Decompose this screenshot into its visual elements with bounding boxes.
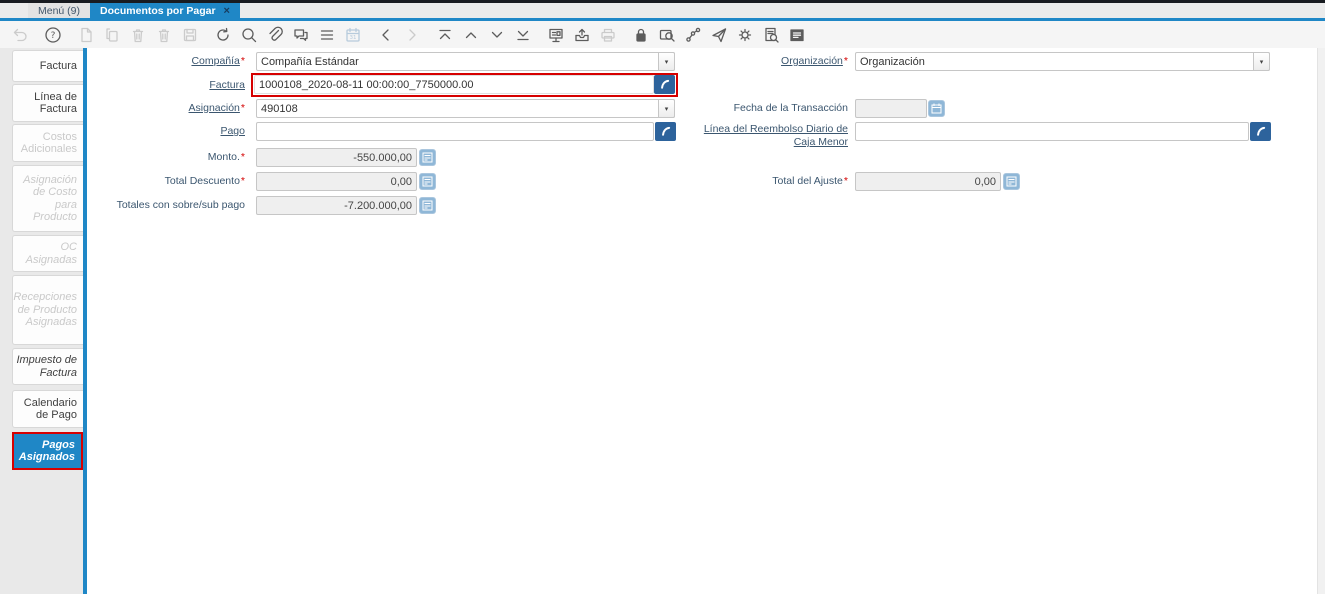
sidebar-tab-linea-de-factura[interactable]: Línea de Factura: [12, 84, 83, 122]
next-record-icon[interactable]: [485, 23, 509, 47]
lock-icon[interactable]: [629, 23, 653, 47]
sidebar-tab-impuesto-de-factura[interactable]: Impuesto de Factura: [12, 348, 83, 385]
total-ajuste-input: 0,00: [855, 172, 1001, 191]
sidebar-tab-costos-adicionales: Costos Adicionales: [12, 124, 83, 162]
last-record-icon[interactable]: [511, 23, 535, 47]
sidebar-tab-asignacion-de-costo-para-producto: Asignación de Costo para Producto: [12, 165, 83, 232]
new-record-icon: [74, 23, 98, 47]
tab-menu[interactable]: Menú (9): [28, 3, 91, 18]
tab-menu-label: Menú (9): [38, 4, 81, 17]
sidebar-tab-label: Asignación de Costo para Producto: [23, 173, 77, 224]
window-tabbar: Menú (9) Documentos por Pagar ×: [0, 3, 1325, 18]
factura-label[interactable]: Factura: [90, 76, 245, 95]
calculator-icon[interactable]: [419, 149, 436, 166]
close-icon[interactable]: ×: [224, 5, 230, 16]
sidebar-tab-calendario-de-pago[interactable]: Calendario de Pago: [12, 390, 83, 428]
first-record-icon[interactable]: [433, 23, 457, 47]
print-icon: [596, 23, 620, 47]
totales-sobre-sub-pago-label: Totales con sobre/sub pago: [116, 199, 245, 211]
monto-input: -550.000,00: [256, 148, 417, 167]
archive-icon[interactable]: [570, 23, 594, 47]
export-icon[interactable]: [759, 23, 783, 47]
tab-documentos-por-pagar[interactable]: Documentos por Pagar ×: [90, 3, 240, 18]
organizacion-label[interactable]: Organización*: [700, 52, 848, 71]
grid-toggle-icon[interactable]: [315, 23, 339, 47]
vertical-scrollbar[interactable]: [1317, 48, 1325, 594]
sidebar-tab-recepciones-de-producto-asignadas: Recepciones de Producto Asignadas: [12, 275, 83, 345]
delete-record-icon: [126, 23, 150, 47]
pago-input[interactable]: [256, 122, 654, 141]
calculator-icon[interactable]: [1003, 173, 1020, 190]
help-icon[interactable]: ?: [41, 23, 65, 47]
find-icon[interactable]: [237, 23, 261, 47]
sidebar-tab-label: OC Asignadas: [25, 241, 77, 266]
factura-input[interactable]: 1000108_2020-08-11 00:00:00_7750000.00: [254, 75, 654, 94]
compania-label[interactable]: Compañía*: [90, 52, 245, 71]
undo-icon: [8, 23, 32, 47]
delete-selection-icon: [152, 23, 176, 47]
calendar-picker-icon[interactable]: [928, 100, 945, 117]
sidebar-accent-bar: [83, 48, 87, 594]
totales-sobre-sub-pago-input: -7.200.000,00: [256, 196, 417, 215]
sidebar-tab-label: Impuesto de Factura: [16, 354, 77, 379]
toolbar: ? 31: [0, 21, 1325, 48]
svg-text:31: 31: [350, 35, 357, 41]
linea-reembolso-label[interactable]: Línea del Reembolso Diario de Caja Menor: [700, 123, 848, 150]
send-icon[interactable]: [707, 23, 731, 47]
organizacion-select[interactable]: Organización: [855, 52, 1270, 71]
app-window: Menú (9) Documentos por Pagar × ? 31 Fac…: [0, 0, 1325, 594]
sidebar-tab-label: Calendario de Pago: [23, 396, 77, 422]
parent-record-icon[interactable]: [374, 23, 398, 47]
sidebar-tab-pagos-asignados[interactable]: Pagos Asignados: [12, 432, 83, 470]
refresh-icon[interactable]: [211, 23, 235, 47]
sidebar-tab-label: Línea de Factura: [34, 90, 77, 116]
total-descuento-input: 0,00: [256, 172, 417, 191]
pago-label[interactable]: Pago: [90, 122, 245, 141]
factura-search-button[interactable]: [654, 75, 675, 94]
monto-label: Monto.*: [207, 151, 245, 163]
tab-label: Documentos por Pagar: [100, 4, 216, 17]
workflow-icon[interactable]: [681, 23, 705, 47]
main-content: Factura Línea de Factura Costos Adiciona…: [0, 48, 1325, 594]
sidebar-tab-oc-asignadas: OC Asignadas: [12, 235, 83, 272]
chevron-down-icon[interactable]: ▾: [658, 99, 675, 118]
asignacion-label[interactable]: Asignación*: [90, 99, 245, 118]
quick-form-icon[interactable]: [785, 23, 809, 47]
chevron-down-icon[interactable]: ▾: [1253, 52, 1270, 71]
asignacion-select[interactable]: 490108: [256, 99, 675, 118]
zoom-across-icon[interactable]: [655, 23, 679, 47]
compania-select[interactable]: Compañía Estándar: [256, 52, 675, 71]
attachment-icon[interactable]: [263, 23, 287, 47]
previous-record-icon[interactable]: [459, 23, 483, 47]
linea-reembolso-search-button[interactable]: [1250, 122, 1271, 141]
linea-reembolso-input[interactable]: [855, 122, 1249, 141]
sidebar-tab-label: Pagos Asignados: [18, 438, 75, 464]
svg-text:?: ?: [51, 31, 56, 41]
calendar-icon: 31: [341, 23, 365, 47]
sidebar-tab-factura[interactable]: Factura: [12, 50, 83, 82]
chat-icon[interactable]: [289, 23, 313, 47]
calculator-icon[interactable]: [419, 173, 436, 190]
process-icon[interactable]: [733, 23, 757, 47]
detail-record-icon: [400, 23, 424, 47]
sidebar-tab-label: Recepciones de Producto Asignadas: [13, 291, 77, 329]
copy-record-icon: [100, 23, 124, 47]
chevron-down-icon[interactable]: ▾: [658, 52, 675, 71]
calculator-icon[interactable]: [419, 197, 436, 214]
pago-search-button[interactable]: [655, 122, 676, 141]
fecha-transaccion-input: [855, 99, 927, 118]
sidebar-tab-label: Factura: [39, 59, 77, 72]
sidebar-tab-label: Costos Adicionales: [20, 130, 77, 156]
report-icon[interactable]: [544, 23, 568, 47]
total-ajuste-label: Total del Ajuste*: [772, 175, 848, 187]
fecha-transaccion-label: Fecha de la Transacción: [733, 102, 848, 114]
save-icon: [178, 23, 202, 47]
sidebar: Factura Línea de Factura Costos Adiciona…: [0, 48, 83, 594]
total-descuento-label: Total Descuento*: [164, 175, 245, 187]
